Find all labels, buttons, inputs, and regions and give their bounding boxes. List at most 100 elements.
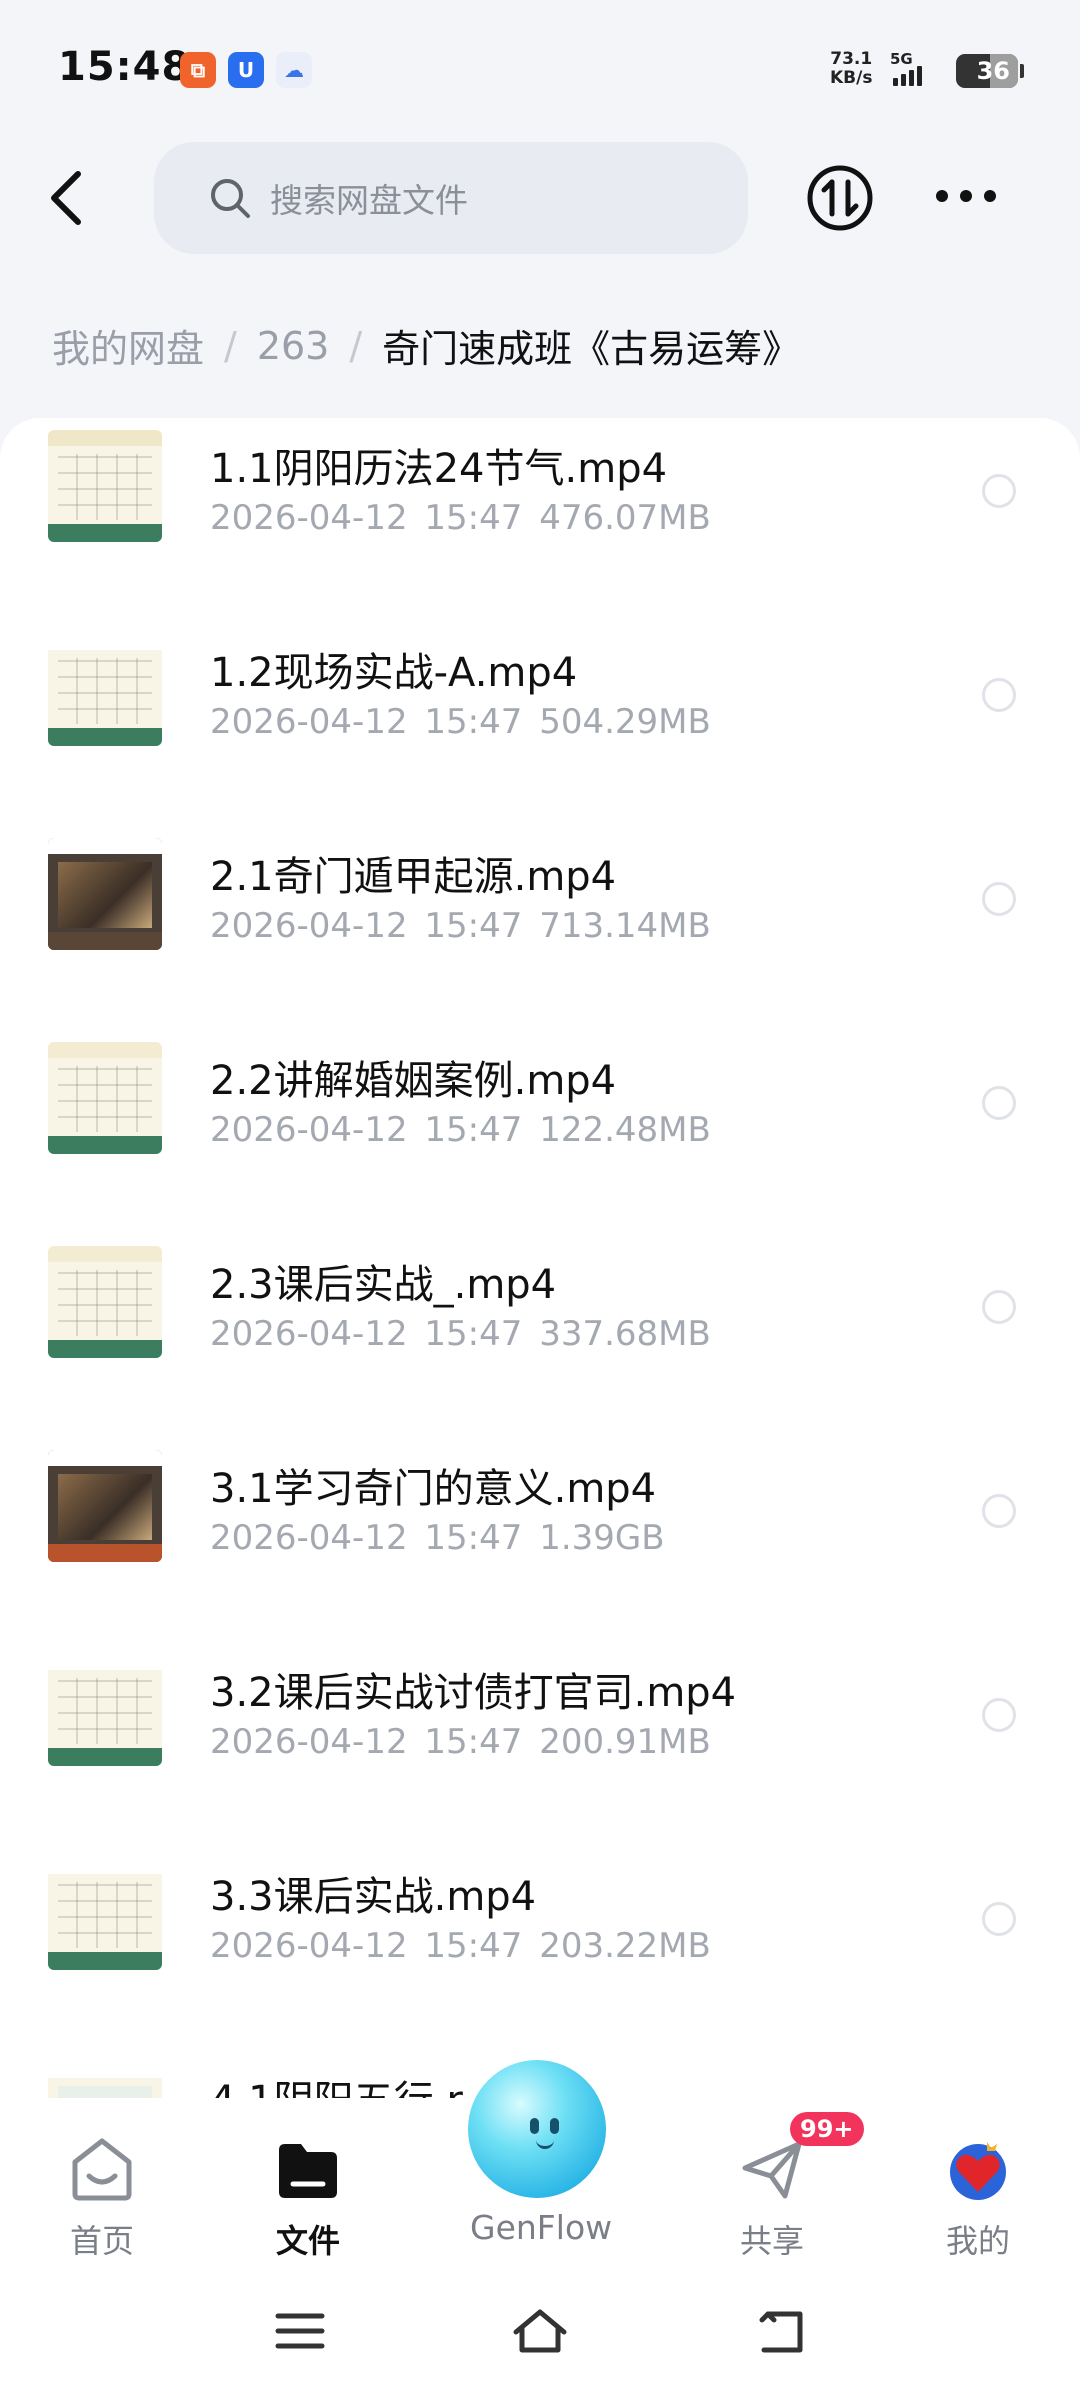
file-name: 4.1阴阳五行.r [210, 2068, 463, 2098]
video-thumbnail [48, 1246, 162, 1358]
video-thumbnail [48, 1654, 162, 1766]
video-thumbnail [48, 1858, 162, 1970]
bottom-navigation: 首页 文件 GenFlow 共享 99+ 我的 [0, 2060, 1080, 2400]
nav-share[interactable]: 共享 [712, 2136, 832, 2262]
cloud-app-icon: ☁ [276, 52, 312, 88]
file-list: 1.1阴阳历法24节气.mp4 2026-04-12 15:47 476.07M… [0, 418, 1080, 2098]
battery-icon: 36 [956, 54, 1018, 88]
file-date: 2026-04-12 [210, 1110, 408, 1150]
file-time: 15:47 [424, 498, 523, 538]
file-size: 203.22MB [539, 1926, 711, 1966]
file-meta: 2026-04-12 15:47 504.29MB [210, 702, 711, 742]
file-name: 2.2讲解婚姻案例.mp4 [210, 1058, 617, 1104]
nav-home[interactable]: 首页 [42, 2136, 162, 2262]
breadcrumb-current: 奇门速成班《古易运筹》 [382, 327, 801, 371]
file-name: 3.2课后实战讨债打官司.mp4 [210, 1670, 737, 1716]
search-icon [211, 179, 250, 218]
file-date: 2026-04-12 [210, 1314, 408, 1354]
file-size: 200.91MB [539, 1722, 711, 1762]
file-row[interactable]: 3.3课后实战.mp4 2026-04-12 15:47 203.22MB [0, 1846, 1080, 2050]
file-time: 15:47 [424, 1314, 523, 1354]
signal-bars-icon [893, 66, 922, 86]
select-checkbox[interactable] [982, 882, 1016, 916]
file-meta: 2026-04-12 15:47 476.07MB [210, 498, 711, 538]
status-bar: 15:48 ⧉ U ☁ 73.1 KB/s 5G 36 [0, 0, 1080, 140]
file-meta: 2026-04-12 15:47 713.14MB [210, 906, 711, 946]
file-name: 3.1学习奇门的意义.mp4 [210, 1466, 657, 1512]
select-checkbox[interactable] [982, 1086, 1016, 1120]
profile-avatar-icon [950, 2142, 1006, 2200]
nav-files[interactable]: 文件 [248, 2136, 368, 2262]
file-size: 713.14MB [539, 906, 711, 946]
file-size: 1.39GB [539, 1518, 665, 1558]
system-navigation-bar [0, 2296, 1080, 2366]
select-checkbox[interactable] [982, 678, 1016, 712]
notification-icons: ⧉ U ☁ [180, 52, 312, 88]
file-size: 476.07MB [539, 498, 711, 538]
file-size: 337.68MB [539, 1314, 711, 1354]
menu-icon[interactable] [270, 2306, 330, 2356]
file-name: 1.1阴阳历法24节气.mp4 [210, 446, 668, 492]
share-notification-badge: 99+ [790, 2112, 864, 2146]
breadcrumb-folder[interactable]: 263 [257, 324, 330, 368]
status-time: 15:48 [58, 44, 191, 90]
file-date: 2026-04-12 [210, 906, 408, 946]
back-button-icon[interactable] [752, 2306, 812, 2356]
video-thumbnail [48, 1042, 162, 1154]
file-row[interactable]: 2.2讲解婚姻案例.mp4 2026-04-12 15:47 122.48MB [0, 1030, 1080, 1234]
file-name: 2.3课后实战_.mp4 [210, 1262, 557, 1308]
nav-share-label: 共享 [739, 2222, 804, 2260]
video-thumbnail [48, 838, 162, 950]
file-meta: 2026-04-12 15:47 337.68MB [210, 1314, 711, 1354]
file-row[interactable]: 1.1阴阳历法24节气.mp4 2026-04-12 15:47 476.07M… [0, 418, 1080, 622]
nav-mine-label: 我的 [945, 2222, 1010, 2260]
file-row[interactable]: 2.1奇门遁甲起源.mp4 2026-04-12 15:47 713.14MB [0, 826, 1080, 1030]
genflow-mascot-icon[interactable] [468, 2060, 606, 2198]
file-meta: 2026-04-12 15:47 200.91MB [210, 1722, 711, 1762]
video-thumbnail [48, 1450, 162, 1562]
breadcrumb-separator: / [349, 323, 363, 368]
search-input[interactable]: 搜索网盘文件 [154, 142, 748, 254]
file-time: 15:47 [424, 906, 523, 946]
file-time: 15:47 [424, 702, 523, 742]
file-date: 2026-04-12 [210, 702, 408, 742]
breadcrumb-separator: / [224, 323, 237, 368]
back-arrow-icon[interactable] [44, 168, 88, 228]
network-speed: 73.1 KB/s [830, 50, 872, 88]
file-name: 2.1奇门遁甲起源.mp4 [210, 854, 617, 900]
select-checkbox[interactable] [982, 1902, 1016, 1936]
select-checkbox[interactable] [982, 474, 1016, 508]
select-checkbox[interactable] [982, 1290, 1016, 1324]
file-row[interactable]: 3.1学习奇门的意义.mp4 2026-04-12 15:47 1.39GB [0, 1438, 1080, 1642]
home-icon [72, 2138, 132, 2201]
file-row[interactable]: 3.2课后实战讨债打官司.mp4 2026-04-12 15:47 200.91… [0, 1642, 1080, 1846]
file-date: 2026-04-12 [210, 1926, 408, 1966]
network-speed-value: 73.1 [830, 49, 873, 69]
file-meta: 2026-04-12 15:47 203.22MB [210, 1926, 711, 1966]
nav-mine[interactable]: 我的 [918, 2136, 1038, 2262]
file-row[interactable]: 1.2现场实战-A.mp4 2026-04-12 15:47 504.29MB [0, 622, 1080, 826]
nav-genflow-label[interactable]: GenFlow [470, 2208, 612, 2247]
video-thumbnail [48, 430, 162, 542]
shield-app-icon: U [228, 52, 264, 88]
breadcrumb-root[interactable]: 我的网盘 [52, 318, 204, 373]
home-button-icon[interactable] [510, 2306, 570, 2356]
file-meta: 2026-04-12 15:47 122.48MB [210, 1110, 711, 1150]
select-checkbox[interactable] [982, 1698, 1016, 1732]
select-checkbox[interactable] [982, 1494, 1016, 1528]
nav-home-label: 首页 [69, 2222, 134, 2260]
file-name: 3.3课后实战.mp4 [210, 1874, 537, 1920]
app-notification-icon: ⧉ [180, 52, 216, 88]
file-date: 2026-04-12 [210, 498, 408, 538]
folder-icon [279, 2144, 337, 2198]
file-name: 1.2现场实战-A.mp4 [210, 650, 578, 696]
file-time: 15:47 [424, 1518, 523, 1558]
nav-files-label: 文件 [275, 2222, 340, 2260]
video-thumbnail [48, 2062, 162, 2098]
file-row[interactable]: 2.3课后实战_.mp4 2026-04-12 15:47 337.68MB [0, 1234, 1080, 1438]
more-options-icon[interactable] [936, 184, 996, 208]
file-time: 15:47 [424, 1110, 523, 1150]
transfer-icon[interactable] [806, 164, 874, 232]
file-time: 15:47 [424, 1926, 523, 1966]
breadcrumb: 我的网盘 / 263 / 奇门速成班《古易运筹》 [52, 318, 800, 373]
